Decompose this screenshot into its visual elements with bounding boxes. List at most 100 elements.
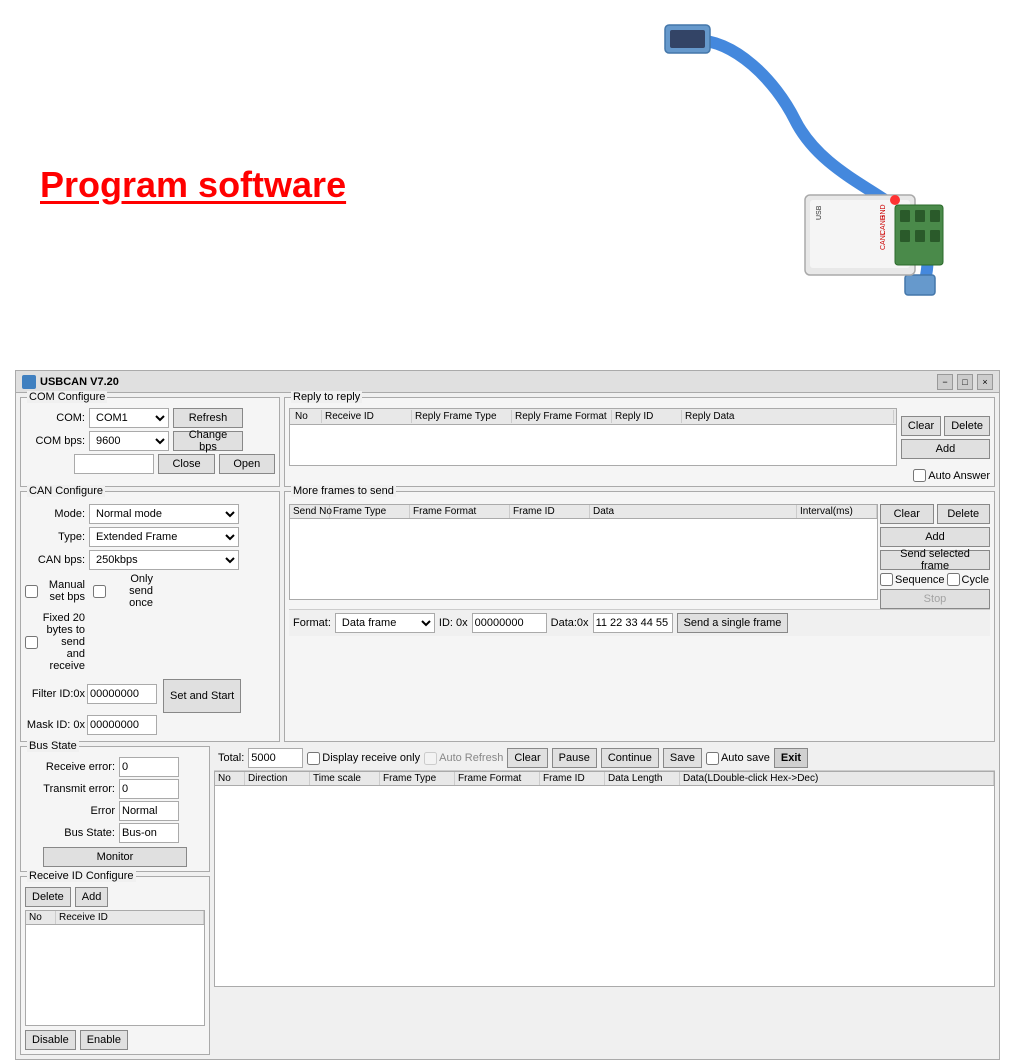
title-bar-left: USBCAN V7.20 bbox=[22, 375, 119, 389]
reply-col-ftype: Reply Frame Type bbox=[412, 410, 512, 423]
data-table-body bbox=[215, 786, 994, 986]
reply-bottom: Auto Answer bbox=[289, 469, 990, 482]
recv-id-add-button[interactable]: Add bbox=[75, 887, 109, 907]
mode-select[interactable]: Normal modeListen mode bbox=[89, 504, 239, 524]
reply-btn-group: Clear Delete Add bbox=[901, 416, 990, 459]
refresh-button[interactable]: Refresh bbox=[173, 408, 243, 428]
reply-clear-button[interactable]: Clear bbox=[901, 416, 941, 436]
recv-id-delete-button[interactable]: Delete bbox=[25, 887, 71, 907]
dt-col-no: No bbox=[215, 772, 245, 785]
total-input[interactable] bbox=[248, 748, 303, 768]
mode-row: Mode: Normal modeListen mode bbox=[25, 504, 275, 524]
id-input[interactable] bbox=[472, 613, 547, 633]
reply-col-data: Reply Data bbox=[682, 410, 894, 423]
fixed-20-checkbox[interactable] bbox=[25, 636, 38, 649]
set-start-button[interactable]: Set and Start bbox=[163, 679, 241, 713]
com-select[interactable]: COM1COM2COM3 bbox=[89, 408, 169, 428]
mf-table-body bbox=[290, 519, 877, 599]
close-button[interactable]: Close bbox=[158, 454, 214, 474]
mode-label: Mode: bbox=[25, 508, 85, 520]
monitor-btn-wrap: Monitor bbox=[25, 847, 205, 867]
seq-cycle-row: Sequence Cycle bbox=[880, 573, 990, 586]
pause-button[interactable]: Pause bbox=[552, 748, 597, 768]
bottom-row: Bus State Receive error: Transmit error:… bbox=[20, 746, 995, 1055]
type-select[interactable]: Extended FrameStandard Frame bbox=[89, 527, 239, 547]
product-image: GND CANH CANL USB bbox=[575, 20, 955, 340]
can-bps-select[interactable]: 250kbps125kbps500kbps bbox=[89, 550, 239, 570]
sequence-checkbox[interactable] bbox=[880, 573, 893, 586]
data-label: Data:0x bbox=[551, 617, 589, 629]
manual-bps-label: Manual set bps bbox=[25, 579, 85, 603]
checkbox-row-2: Fixed 20 bytes to send and receive bbox=[25, 612, 275, 672]
receive-id-table: No Receive ID bbox=[25, 910, 205, 1026]
format-label: Format: bbox=[293, 617, 331, 629]
reply-title: Reply to reply bbox=[291, 391, 362, 403]
filter-id-label: Filter ID:0x bbox=[25, 688, 85, 700]
can-bps-row: CAN bps: 250kbps125kbps500kbps bbox=[25, 550, 275, 570]
send-single-button[interactable]: Send a single frame bbox=[677, 613, 789, 633]
display-only-checkbox[interactable] bbox=[307, 752, 320, 765]
com-config-panel: COM Configure COM: COM1COM2COM3 Refresh … bbox=[20, 397, 280, 487]
mf-clear-button[interactable]: Clear bbox=[880, 504, 934, 524]
data-input[interactable] bbox=[593, 613, 673, 633]
restore-button[interactable]: □ bbox=[957, 374, 973, 390]
more-frames-content: Send No Frame Type Frame Format Frame ID… bbox=[289, 504, 990, 609]
mf-delete-button[interactable]: Delete bbox=[937, 504, 991, 524]
bus-state-label: Bus State: bbox=[25, 827, 115, 839]
fixed-20-label: Fixed 20 bytes to send and receive bbox=[25, 612, 85, 672]
com-config-title: COM Configure bbox=[27, 391, 107, 403]
stop-button[interactable]: Stop bbox=[880, 589, 990, 609]
recv-error-label: Receive error: bbox=[25, 761, 115, 773]
continue-button[interactable]: Continue bbox=[601, 748, 659, 768]
monitor-button[interactable]: Monitor bbox=[43, 847, 187, 867]
bps-label: COM bps: bbox=[25, 435, 85, 447]
auto-save-checkbox[interactable] bbox=[706, 752, 719, 765]
mf-col-fid: Frame ID bbox=[510, 505, 590, 518]
auto-refresh-checkbox[interactable] bbox=[424, 752, 437, 765]
bps-select[interactable]: 960019200115200 bbox=[89, 431, 169, 451]
mask-id-input[interactable] bbox=[87, 715, 157, 735]
ri-table-body bbox=[26, 925, 204, 1025]
reply-add-button[interactable]: Add bbox=[901, 439, 990, 459]
trans-error-row: Transmit error: bbox=[25, 779, 205, 799]
open-close-row: Close Open bbox=[25, 454, 275, 474]
main-data-area: Total: Display receive only Auto Refresh… bbox=[214, 746, 995, 1055]
type-label: Type: bbox=[25, 531, 85, 543]
status-bar: Total: Display receive only Auto Refresh… bbox=[214, 746, 995, 771]
error-row: Error bbox=[25, 801, 205, 821]
enable-button[interactable]: Enable bbox=[80, 1030, 128, 1050]
more-frames-panel: More frames to send Send No Frame Type F… bbox=[284, 491, 995, 742]
window-title: USBCAN V7.20 bbox=[40, 376, 119, 388]
send-selected-button[interactable]: Send selected frame bbox=[880, 550, 990, 570]
mf-col-no: Send No bbox=[290, 505, 330, 518]
mf-right-btns: Clear Delete Add Send selected frame Seq… bbox=[880, 504, 990, 609]
product-title: Program software bbox=[40, 164, 346, 206]
auto-answer-checkbox[interactable] bbox=[913, 469, 926, 482]
save-button[interactable]: Save bbox=[663, 748, 702, 768]
only-send-checkbox[interactable] bbox=[93, 585, 106, 598]
reply-col-recv-id: Receive ID bbox=[322, 410, 412, 423]
exit-button[interactable]: Exit bbox=[774, 748, 808, 768]
data-area: No Direction Time scale Frame Type Frame… bbox=[214, 771, 995, 987]
dt-col-data: Data(LDouble-click Hex->Dec) bbox=[680, 772, 994, 785]
reply-to-reply-panel: Reply to reply No Receive ID Reply Frame… bbox=[284, 397, 995, 487]
minimize-button[interactable]: − bbox=[937, 374, 953, 390]
change-bps-button[interactable]: Change bps bbox=[173, 431, 243, 451]
recv-error-input bbox=[119, 757, 179, 777]
reply-delete-button[interactable]: Delete bbox=[944, 416, 990, 436]
format-select[interactable]: Data frameRemote frame bbox=[335, 613, 435, 633]
cycle-checkbox[interactable] bbox=[947, 573, 960, 586]
disable-button[interactable]: Disable bbox=[25, 1030, 76, 1050]
close-button[interactable]: × bbox=[977, 374, 993, 390]
receive-id-panel: Receive ID Configure Delete Add No Recei… bbox=[20, 876, 210, 1055]
mf-add-button[interactable]: Add bbox=[880, 527, 990, 547]
open-button[interactable]: Open bbox=[219, 454, 275, 474]
clear-data-button[interactable]: Clear bbox=[507, 748, 547, 768]
com-row: COM: COM1COM2COM3 Refresh bbox=[25, 408, 275, 428]
filter-id-input[interactable] bbox=[87, 684, 157, 704]
id-label: ID: 0x bbox=[439, 617, 468, 629]
dt-col-fid: Frame ID bbox=[540, 772, 605, 785]
manual-bps-checkbox[interactable] bbox=[25, 585, 38, 598]
reply-table-header: No Receive ID Reply Frame Type Reply Fra… bbox=[290, 409, 896, 425]
com-text-input[interactable] bbox=[74, 454, 154, 474]
